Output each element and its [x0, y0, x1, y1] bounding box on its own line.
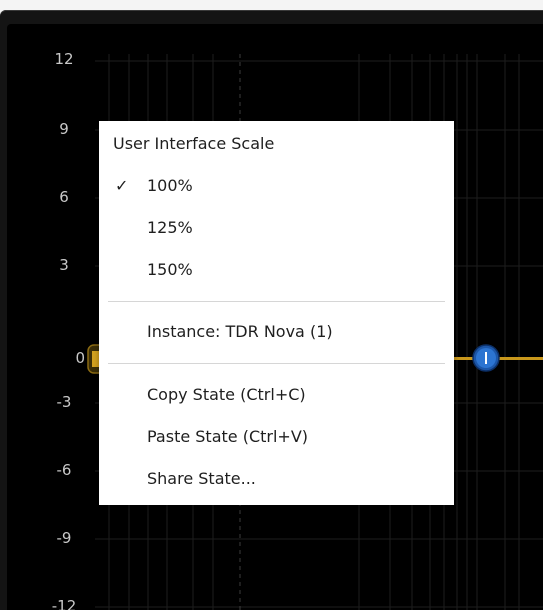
- band-node-icon[interactable]: [472, 344, 500, 372]
- menu-item-instance[interactable]: Instance: TDR Nova (1): [99, 315, 454, 349]
- y-axis-label: -9: [56, 529, 72, 547]
- menu-heading: User Interface Scale: [113, 134, 275, 153]
- context-menu: User Interface Scale ✓ 100% 125% 150% In…: [99, 121, 454, 505]
- menu-item-label: Instance: TDR Nova (1): [147, 322, 333, 341]
- menu-item-label: Paste State (Ctrl+V): [147, 427, 309, 446]
- menu-item-scale-100[interactable]: ✓ 100%: [99, 169, 454, 203]
- y-axis-label: 6: [59, 188, 69, 206]
- menu-item-label: Copy State (Ctrl+C): [147, 385, 306, 404]
- y-axis-label: 12: [54, 50, 74, 68]
- menu-separator: [108, 363, 445, 364]
- y-axis-label: 3: [59, 256, 69, 274]
- menu-item-label: 125%: [147, 218, 193, 237]
- plugin-window: 12 9 6 3 -3 -6 -9 -12 0 User Interface S…: [0, 0, 543, 610]
- menu-separator: [108, 301, 445, 302]
- menu-item-scale-150[interactable]: 150%: [99, 253, 454, 287]
- menu-item-paste-state[interactable]: Paste State (Ctrl+V): [99, 420, 454, 454]
- y-axis-label: 9: [59, 120, 69, 138]
- y-axis-label: -3: [56, 393, 72, 411]
- menu-item-scale-125[interactable]: 125%: [99, 211, 454, 245]
- checkmark-icon: ✓: [115, 176, 129, 195]
- menu-item-copy-state[interactable]: Copy State (Ctrl+C): [99, 378, 454, 412]
- y-axis-label: -6: [56, 461, 72, 479]
- menu-item-label: 150%: [147, 260, 193, 279]
- y-axis-label-zero: 0: [75, 349, 85, 367]
- y-axis-label: -12: [51, 597, 77, 610]
- menu-item-label: 100%: [147, 176, 193, 195]
- menu-item-share-state[interactable]: Share State...: [99, 462, 454, 496]
- menu-item-label: Share State...: [147, 469, 256, 488]
